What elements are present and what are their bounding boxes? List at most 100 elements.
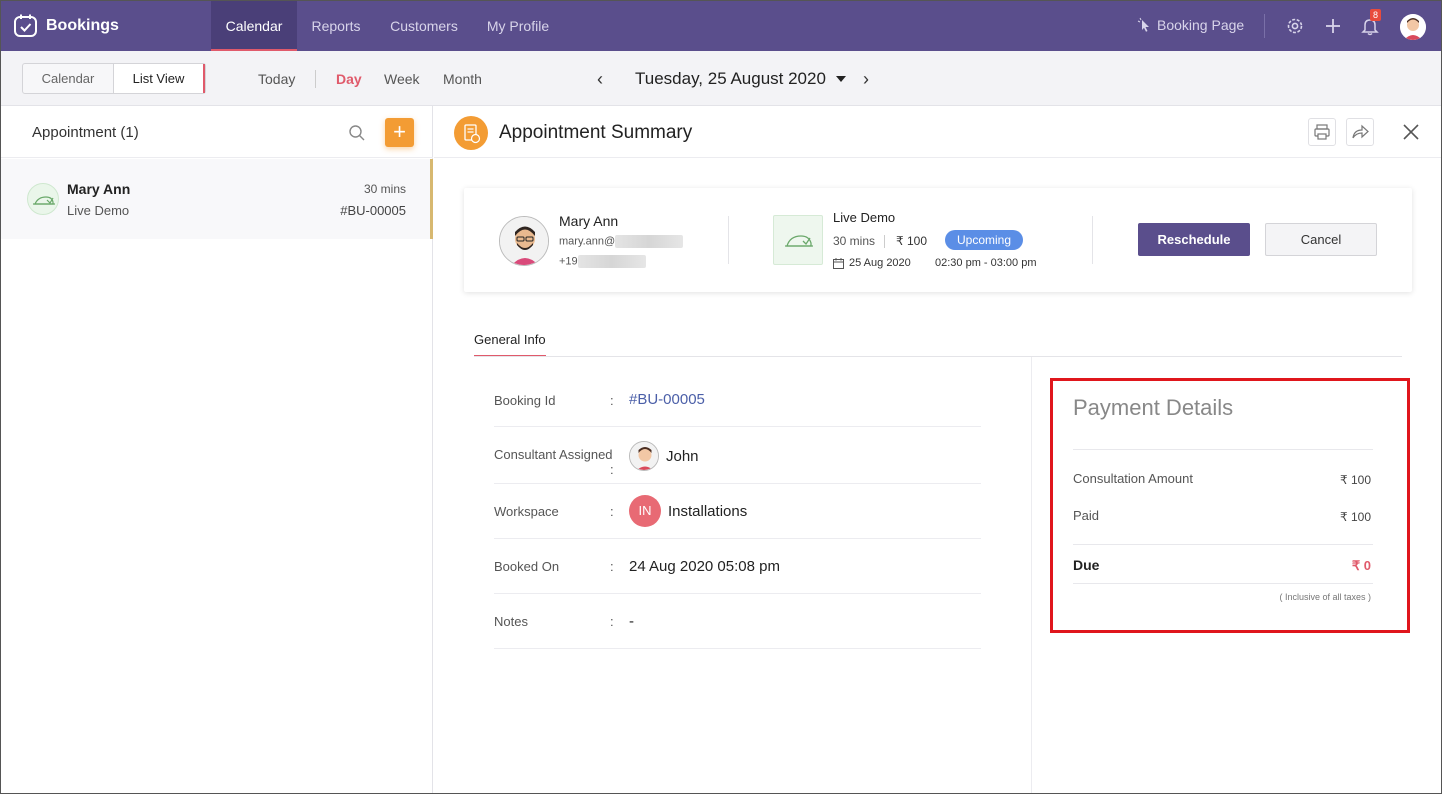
app-window: Bookings Calendar Reports Customers My P… <box>0 0 1442 794</box>
bookings-logo-icon <box>14 14 37 37</box>
share-icon <box>1352 124 1369 139</box>
list-view-button[interactable]: List View <box>114 64 205 93</box>
payment-details-title: Payment Details <box>1073 395 1234 420</box>
appointment-duration: 30 mins <box>363 182 406 196</box>
info-label: Notes <box>494 614 528 629</box>
booking-page-link[interactable]: Booking Page <box>1137 17 1244 33</box>
app-title: Bookings <box>46 16 119 34</box>
view-switcher: Calendar List View <box>22 63 206 94</box>
payment-divider <box>1073 583 1373 584</box>
caret-down-icon <box>835 76 846 82</box>
service-icon <box>27 183 59 215</box>
info-row-workspace: Workspace : IN Installations <box>494 484 981 539</box>
top-nav: Bookings Calendar Reports Customers My P… <box>1 1 1441 51</box>
info-label: Booking Id <box>494 393 556 408</box>
service-time: 02:30 pm - 03:00 pm <box>935 257 1037 269</box>
close-icon[interactable] <box>1401 122 1421 142</box>
appointment-summary-card: Mary Ann mary.ann@ +19 Live Demo 30 mins… <box>464 188 1412 292</box>
workspace-name: Installations <box>668 502 748 520</box>
nav-tab-calendar[interactable]: Calendar <box>211 1 297 51</box>
info-colon: : <box>610 614 614 629</box>
plus-icon[interactable] <box>1323 16 1343 36</box>
service-divider <box>884 235 885 248</box>
calendar-icon <box>833 257 844 269</box>
consultant-value: John <box>629 441 699 471</box>
redacted-email <box>615 235 684 248</box>
nav-tab-reports[interactable]: Reports <box>301 1 371 51</box>
customer-phone: +19 <box>559 255 646 268</box>
gear-icon[interactable] <box>1285 16 1305 36</box>
consultant-name: John <box>666 447 699 465</box>
consultation-amount-label: Consultation Amount <box>1073 471 1193 486</box>
tabs-divider <box>474 356 1402 357</box>
status-badge: Upcoming <box>945 230 1024 250</box>
appointment-summary-panel: Appointment Summary Mary Ann mary.ann@ +… <box>434 106 1441 793</box>
consultation-amount-value: ₹ 100 <box>1340 473 1371 487</box>
share-button[interactable] <box>1346 118 1374 146</box>
prev-date-button[interactable]: ‹ <box>597 69 603 90</box>
customer-name: Mary Ann <box>559 213 619 229</box>
date-picker[interactable]: Tuesday, 25 August 2020 <box>635 69 846 89</box>
toolbar-divider <box>315 70 316 88</box>
info-row-booked-on: Booked On : 24 Aug 2020 05:08 pm <box>494 539 981 594</box>
brand[interactable]: Bookings <box>13 13 119 38</box>
nav-tab-customers[interactable]: Customers <box>381 1 467 51</box>
range-month-button[interactable]: Month <box>443 71 482 87</box>
customer-email: mary.ann@ <box>559 235 684 248</box>
cancel-button[interactable]: Cancel <box>1265 223 1377 256</box>
booking-id-link[interactable]: #BU-00005 <box>629 391 705 408</box>
calendar-view-button[interactable]: Calendar <box>23 64 114 93</box>
info-colon: : <box>610 462 614 477</box>
due-value: ₹ 0 <box>1351 558 1371 573</box>
service-date-text: 25 Aug 2020 <box>849 257 911 269</box>
appointment-list-header: Appointment (1) + <box>1 106 433 158</box>
payment-details-box: Payment Details Consultation Amount ₹ 10… <box>1050 378 1410 633</box>
print-icon <box>1314 124 1330 140</box>
add-appointment-button[interactable]: + <box>385 118 414 147</box>
info-row-booking-id: Booking Id : #BU-00005 <box>494 372 981 427</box>
appointment-customer-name: Mary Ann <box>67 181 131 197</box>
paid-label: Paid <box>1073 508 1100 523</box>
next-date-button[interactable]: › <box>863 69 869 90</box>
customer-avatar <box>499 216 549 266</box>
user-avatar-icon <box>1400 14 1426 40</box>
info-colon: : <box>610 393 614 408</box>
customer-phone-text: +19 <box>559 255 578 268</box>
search-icon[interactable] <box>348 124 366 142</box>
appointment-list-title: Appointment (1) <box>32 124 139 141</box>
card-divider <box>1092 216 1093 264</box>
appointment-list-item[interactable]: Mary Ann Live Demo 30 mins #BU-00005 <box>1 159 433 239</box>
reschedule-button[interactable]: Reschedule <box>1138 223 1250 256</box>
nav-tab-my-profile[interactable]: My Profile <box>479 1 557 51</box>
appointment-service: Live Demo <box>67 203 130 218</box>
range-week-button[interactable]: Week <box>384 71 420 87</box>
section-divider <box>1031 357 1032 793</box>
date-title: Tuesday, 25 August 2020 <box>635 69 826 88</box>
tab-general-info[interactable]: General Info <box>474 332 546 357</box>
payment-divider <box>1073 449 1373 450</box>
service-icon <box>773 215 823 265</box>
info-colon: : <box>610 504 614 519</box>
summary-icon <box>454 116 488 150</box>
service-date: 25 Aug 2020 <box>833 257 911 269</box>
cursor-click-icon <box>1137 17 1149 32</box>
user-avatar[interactable] <box>1400 14 1426 40</box>
service-name: Live Demo <box>833 210 896 225</box>
payment-divider <box>1073 544 1373 545</box>
info-row-notes: Notes : - <box>494 594 981 649</box>
notification-count-badge: 8 <box>1370 9 1381 21</box>
service-price: ₹ 100 <box>896 234 927 248</box>
appointment-list-panel: Appointment (1) + Mary Ann Live Demo 30 … <box>1 106 433 793</box>
range-day-button[interactable]: Day <box>336 71 362 87</box>
due-label: Due <box>1073 557 1100 573</box>
summary-header: Appointment Summary <box>434 106 1441 158</box>
today-button[interactable]: Today <box>258 71 295 87</box>
print-button[interactable] <box>1308 118 1336 146</box>
info-label: Consultant Assigned <box>494 447 613 462</box>
consultant-avatar <box>629 441 659 471</box>
info-row-consultant: Consultant Assigned : John <box>494 427 981 484</box>
workspace-badge: IN <box>629 495 661 527</box>
paid-value: ₹ 100 <box>1340 510 1371 524</box>
tax-note: ( Inclusive of all taxes ) <box>1279 592 1371 602</box>
calendar-toolbar: Calendar List View Today Day Week Month … <box>1 51 1441 106</box>
